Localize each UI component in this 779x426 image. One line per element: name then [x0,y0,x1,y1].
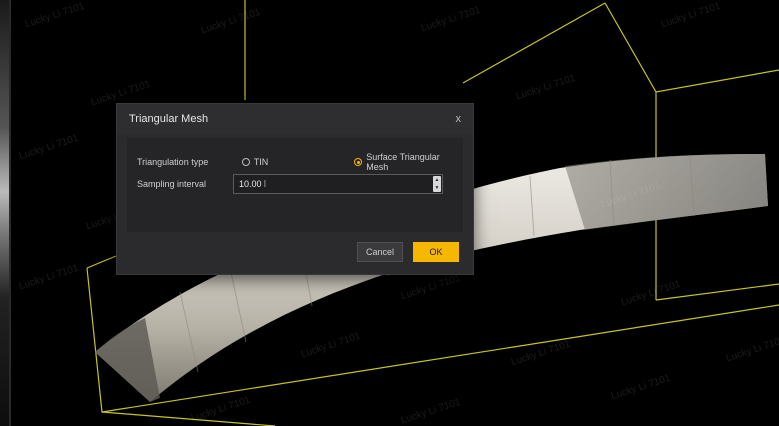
triangular-mesh-dialog: Triangular Mesh x Triangulation type TIN… [116,103,474,275]
spin-up-icon[interactable]: ▲ [433,176,441,184]
sampling-interval-value: 10.00 [239,179,262,189]
triangulation-type-label: Triangulation type [137,157,209,167]
dialog-body: Triangulation type TIN Surface Triangula… [127,138,463,232]
spin-down-icon[interactable]: ▼ [433,184,441,192]
close-button[interactable]: x [456,113,462,125]
spin-stepper[interactable]: ▲ ▼ [433,176,441,192]
dialog-footer: Cancel OK [117,242,473,264]
radio-surface-triangular-mesh[interactable]: Surface Triangular Mesh [354,152,463,172]
radio-tin[interactable]: TIN [241,157,269,167]
3d-viewport[interactable]: Lucky Li 7101 Lucky Li 7101 Lucky Li 710… [0,0,779,426]
radio-surface-label: Surface Triangular Mesh [366,152,440,172]
sampling-interval-input[interactable]: 10.00 I ▲ ▼ [233,174,443,194]
dialog-header: Triangular Mesh x [117,104,473,134]
cancel-button[interactable]: Cancel [357,242,403,262]
radio-unchecked-icon [241,158,250,166]
radio-tin-label: TIN [253,157,269,167]
triangulation-type-row: Triangulation type TIN Surface Triangula… [137,152,463,172]
text-cursor-icon: I [263,178,267,190]
ok-button[interactable]: OK [413,242,459,262]
sampling-interval-row: Sampling interval 10.00 I ▲ ▼ [137,174,443,194]
dialog-title: Triangular Mesh [129,113,209,125]
radio-checked-icon [354,158,363,166]
sampling-interval-label: Sampling interval [137,179,207,189]
